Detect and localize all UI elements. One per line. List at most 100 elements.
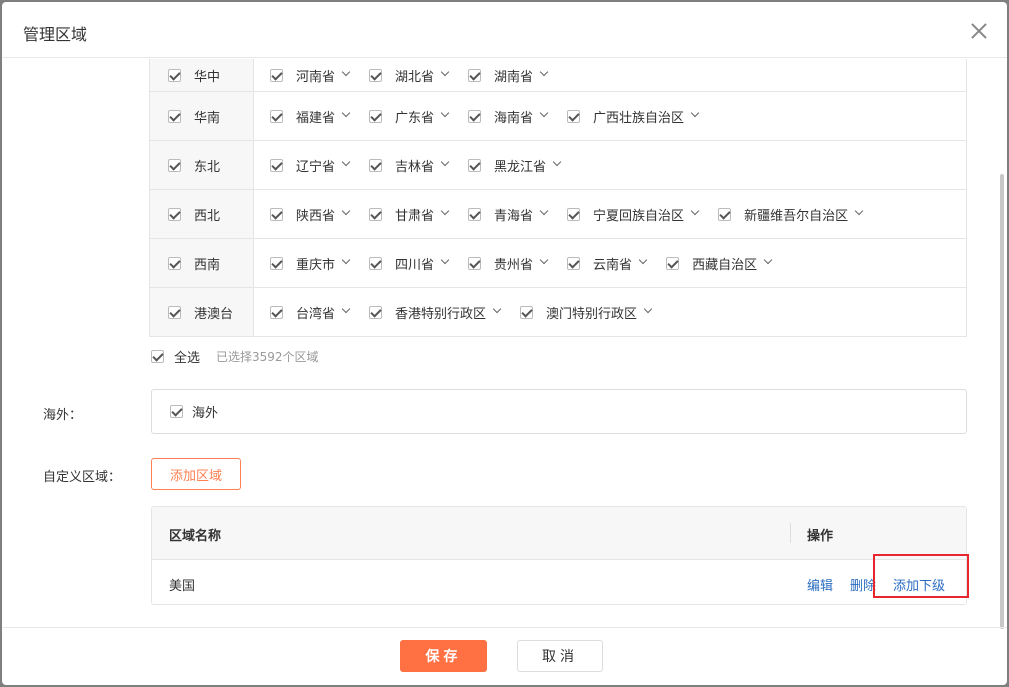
region-name-cell[interactable]: 西南 [150, 239, 254, 287]
edit-link[interactable]: 编辑 [807, 575, 833, 594]
province-label: 新疆维吾尔自治区 [744, 208, 849, 224]
province-item[interactable]: 广西壮族自治区 [567, 107, 700, 126]
province-item[interactable]: 辽宁省 [270, 156, 351, 175]
province-checkbox[interactable] [270, 68, 283, 82]
province-item[interactable]: 河南省 [270, 66, 351, 85]
cancel-button[interactable]: 取消 [517, 640, 603, 672]
region-checkbox[interactable] [168, 207, 181, 221]
province-checkbox[interactable] [468, 109, 482, 123]
chevron-down-icon[interactable] [341, 206, 351, 216]
chevron-down-icon[interactable] [341, 157, 351, 167]
province-checkbox[interactable] [567, 207, 581, 221]
province-item[interactable]: 广东省 [369, 107, 450, 126]
chevron-down-icon[interactable] [341, 108, 351, 118]
province-checkbox[interactable] [369, 68, 383, 82]
province-item[interactable]: 四川省 [369, 254, 450, 273]
chevron-down-icon[interactable] [690, 108, 700, 118]
chevron-down-icon[interactable] [440, 67, 450, 77]
province-label: 贵州省 [494, 257, 534, 273]
region-checkbox[interactable] [168, 68, 181, 82]
province-checkbox[interactable] [567, 109, 581, 123]
province-item[interactable]: 陕西省 [270, 205, 351, 224]
province-label: 四川省 [395, 257, 435, 273]
province-checkbox[interactable] [468, 158, 482, 172]
province-item[interactable]: 澳门特别行政区 [520, 303, 653, 322]
select-all[interactable]: 全选 已选择3592个区域 [151, 347, 319, 366]
province-checkbox[interactable] [468, 207, 482, 221]
province-checkbox[interactable] [369, 109, 383, 123]
province-item[interactable]: 湖北省 [369, 66, 450, 85]
province-checkbox[interactable] [270, 207, 283, 221]
province-checkbox[interactable] [270, 109, 283, 123]
chevron-down-icon[interactable] [539, 67, 549, 77]
region-checkbox[interactable] [168, 256, 181, 270]
chevron-down-icon[interactable] [690, 206, 700, 216]
province-item[interactable]: 海南省 [468, 107, 549, 126]
province-item[interactable]: 青海省 [468, 205, 549, 224]
province-item[interactable]: 香港特别行政区 [369, 303, 502, 322]
province-item[interactable]: 西藏自治区 [666, 254, 773, 273]
select-all-checkbox[interactable] [151, 350, 164, 363]
province-item[interactable]: 福建省 [270, 107, 351, 126]
chevron-down-icon[interactable] [643, 304, 653, 314]
province-item[interactable]: 云南省 [567, 254, 648, 273]
chevron-down-icon[interactable] [440, 206, 450, 216]
chevron-down-icon[interactable] [492, 304, 502, 314]
province-checkbox[interactable] [369, 207, 383, 221]
overseas-checkbox[interactable] [170, 405, 183, 418]
chevron-down-icon[interactable] [539, 108, 549, 118]
province-checkbox[interactable] [369, 305, 383, 319]
close-icon[interactable] [968, 20, 990, 42]
province-checkbox[interactable] [468, 256, 482, 270]
region-checkbox[interactable] [168, 158, 181, 172]
province-item[interactable]: 重庆市 [270, 254, 351, 273]
province-checkbox[interactable] [666, 256, 680, 270]
province-checkbox[interactable] [567, 256, 581, 270]
province-item[interactable]: 新疆维吾尔自治区 [718, 205, 864, 224]
add-region-button[interactable]: 添加区域 [151, 458, 241, 490]
province-checkbox[interactable] [369, 158, 383, 172]
chevron-down-icon[interactable] [341, 304, 351, 314]
province-checkbox[interactable] [270, 305, 283, 319]
province-checkbox[interactable] [270, 158, 283, 172]
province-checkbox[interactable] [468, 68, 482, 82]
province-label: 湖北省 [395, 69, 435, 85]
scrollbar[interactable] [1000, 174, 1004, 629]
chevron-down-icon[interactable] [341, 255, 351, 265]
region-name-cell[interactable]: 华南 [150, 92, 254, 140]
province-list: 河南省 湖北省 湖南省 [254, 59, 567, 91]
region-checkbox[interactable] [168, 305, 181, 319]
region-name-cell[interactable]: 东北 [150, 141, 254, 189]
chevron-down-icon[interactable] [440, 255, 450, 265]
chevron-down-icon[interactable] [539, 206, 549, 216]
chevron-down-icon[interactable] [763, 255, 773, 265]
region-name-cell[interactable]: 华中 [150, 59, 254, 91]
province-checkbox[interactable] [270, 256, 283, 270]
province-item[interactable]: 宁夏回族自治区 [567, 205, 700, 224]
chevron-down-icon[interactable] [539, 255, 549, 265]
province-checkbox[interactable] [718, 207, 732, 221]
province-label: 河南省 [296, 69, 336, 85]
province-item[interactable]: 吉林省 [369, 156, 450, 175]
province-checkbox[interactable] [520, 305, 534, 319]
province-item[interactable]: 甘肃省 [369, 205, 450, 224]
chevron-down-icon[interactable] [552, 157, 562, 167]
province-item[interactable]: 贵州省 [468, 254, 549, 273]
region-label: 西南 [194, 257, 221, 273]
dialog-header: 管理区域 [2, 2, 1007, 58]
region-name-cell[interactable]: 港澳台 [150, 288, 254, 336]
chevron-down-icon[interactable] [440, 108, 450, 118]
province-checkbox[interactable] [369, 256, 383, 270]
province-item[interactable]: 台湾省 [270, 303, 351, 322]
province-item[interactable]: 湖南省 [468, 66, 549, 85]
table-row: 美国 编辑 删除 添加下级 [152, 560, 966, 604]
region-checkbox[interactable] [168, 109, 181, 123]
chevron-down-icon[interactable] [854, 206, 864, 216]
chevron-down-icon[interactable] [341, 67, 351, 77]
province-label: 甘肃省 [395, 208, 435, 224]
chevron-down-icon[interactable] [638, 255, 648, 265]
region-name-cell[interactable]: 西北 [150, 190, 254, 238]
province-item[interactable]: 黑龙江省 [468, 156, 562, 175]
save-button[interactable]: 保存 [400, 640, 487, 672]
chevron-down-icon[interactable] [440, 157, 450, 167]
